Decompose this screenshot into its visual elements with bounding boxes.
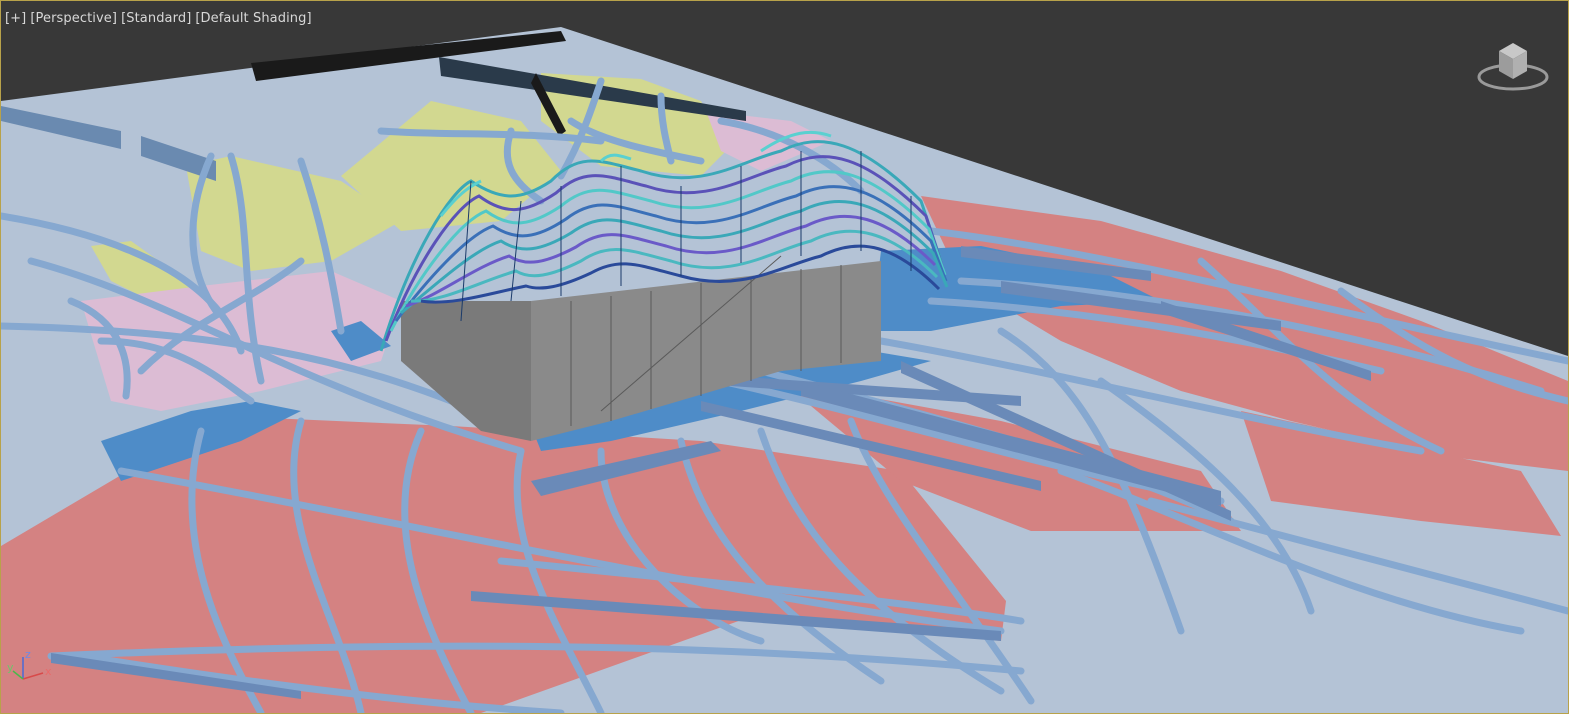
axis-tripod-icon: z x y — [7, 649, 52, 680]
viewport-standard-menu[interactable]: [Standard] — [121, 11, 191, 26]
viewport-plus-menu[interactable]: [+] — [5, 11, 26, 26]
axis-y-line — [12, 670, 24, 680]
scene-canvas[interactable] — [1, 1, 1568, 713]
axis-z-label: z — [25, 649, 31, 661]
viewport-label-bar: [+] [Perspective] [Standard] [Default Shadi… — [5, 11, 316, 26]
axis-x-line — [22, 672, 44, 680]
axis-x-label: x — [45, 665, 52, 678]
viewport-pov-menu[interactable]: [Perspective] — [30, 11, 117, 26]
viewport-shading-menu[interactable]: [Default Shading] — [195, 11, 311, 26]
axis-y-label: y — [7, 661, 14, 674]
viewcube-icon[interactable] — [1475, 37, 1551, 97]
perspective-viewport[interactable]: [+] [Perspective] [Standard] [Default Shadi… — [0, 0, 1569, 714]
